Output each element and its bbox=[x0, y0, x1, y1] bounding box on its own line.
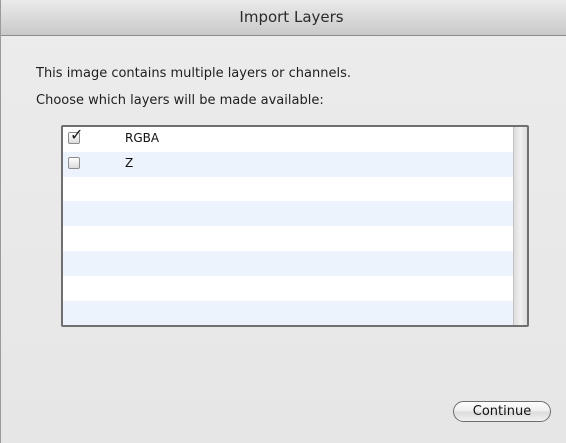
empty-row bbox=[63, 276, 513, 301]
empty-row bbox=[63, 226, 513, 251]
layer-row-rgba[interactable]: ✓ RGBA bbox=[63, 127, 513, 152]
layers-rows: ✓ RGBA Z bbox=[63, 127, 513, 325]
info-message: This image contains multiple layers or c… bbox=[36, 66, 351, 81]
layer-label-rgba: RGBA bbox=[125, 131, 160, 145]
title-bar[interactable]: Import Layers bbox=[1, 0, 566, 36]
instruction-message: Choose which layers will be made availab… bbox=[36, 93, 324, 108]
empty-row bbox=[63, 250, 513, 276]
layer-label-z: Z bbox=[125, 155, 134, 170]
dialog-title: Import Layers bbox=[239, 7, 344, 26]
import-layers-dialog: Import Layers This image contains multip… bbox=[0, 0, 566, 443]
layer-checkbox-rgba[interactable]: ✓ bbox=[68, 127, 83, 144]
empty-row bbox=[63, 300, 513, 325]
checkmark-icon: ✓ bbox=[70, 125, 84, 144]
continue-button[interactable]: Continue bbox=[453, 401, 551, 422]
layer-row-z[interactable]: Z bbox=[63, 151, 513, 177]
empty-row bbox=[63, 201, 513, 227]
empty-row bbox=[63, 177, 513, 202]
vertical-scrollbar[interactable] bbox=[513, 127, 527, 325]
layer-checkbox-z[interactable] bbox=[68, 156, 80, 169]
layers-list[interactable]: ✓ RGBA Z bbox=[61, 125, 529, 327]
